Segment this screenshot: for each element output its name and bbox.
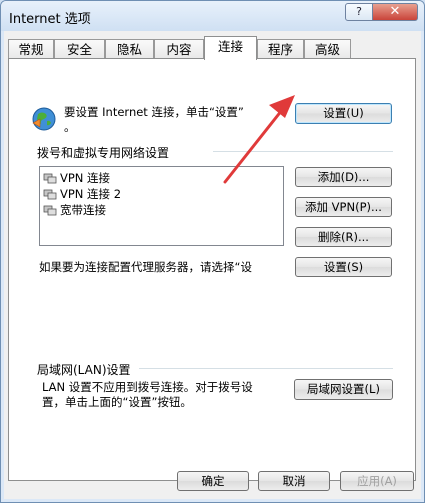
annotation-arrow-icon [223, 95, 295, 184]
internet-options-window: Internet 选项 ? ✕ 常规 安全 隐私 内容 连接 程序 高级 要设置… [0, 0, 425, 503]
tab-connections[interactable]: 连接 [204, 36, 257, 60]
